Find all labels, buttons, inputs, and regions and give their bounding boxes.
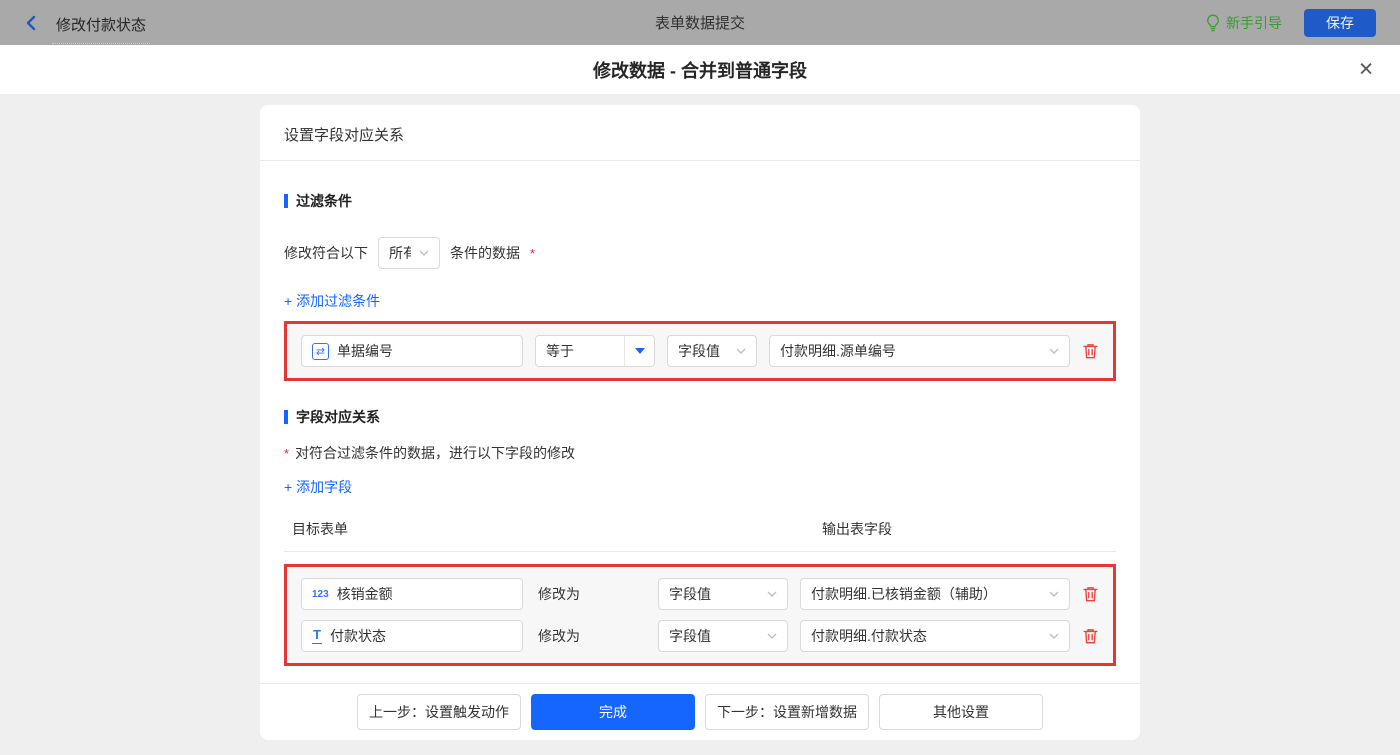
mapping-panel: 设置字段对应关系 过滤条件 修改符合以下 所有 条件的数据 * + 添加过滤条件	[260, 105, 1140, 740]
panel-title: 设置字段对应关系	[260, 105, 1140, 161]
trash-icon	[1083, 587, 1098, 602]
add-filter-condition-link[interactable]: + 添加过滤条件	[284, 291, 380, 311]
target-field-label: 付款状态	[329, 628, 386, 644]
condition-field-select[interactable]: ⇄ 单据编号	[301, 335, 523, 367]
save-button[interactable]: 保存	[1304, 8, 1376, 37]
chevron-down-icon	[767, 591, 777, 597]
filter-section-title: 过滤条件	[284, 191, 1116, 211]
target-field-select[interactable]: 123 核销金额	[301, 578, 523, 610]
serial-number-field-icon: ⇄	[312, 342, 329, 360]
chevron-down-icon	[767, 633, 777, 639]
filter-match-sentence: 修改符合以下 所有 条件的数据 *	[284, 237, 1116, 269]
prev-step-button[interactable]: 上一步：设置触发动作	[357, 694, 521, 730]
chevron-down-icon	[1049, 348, 1059, 354]
field-mapping-highlight: 123 核销金额 修改为 字段值 付款明细.已核销金额（辅助） T 付款状态 修…	[284, 564, 1116, 666]
target-field-select[interactable]: T 付款状态	[301, 620, 523, 652]
chevron-down-icon	[1049, 591, 1059, 597]
trash-icon	[1083, 629, 1098, 644]
chevron-down-icon	[419, 250, 429, 256]
match-mode-select[interactable]: 所有	[378, 237, 440, 269]
modal-title: 修改数据 - 合并到普通字段	[593, 60, 807, 81]
target-form-header: 目标表单	[292, 521, 348, 537]
number-field-icon: 123	[312, 588, 329, 600]
modify-to-label: 修改为	[538, 586, 580, 602]
beginner-guide-link[interactable]: 新手引导	[1206, 13, 1282, 33]
chevron-down-icon	[736, 348, 746, 354]
filter-condition-row: ⇄ 单据编号 等于 字段值 付款明细.源单编号	[301, 335, 1099, 367]
output-field-header: 输出表字段	[822, 521, 892, 537]
output-field-select[interactable]: 付款明细.付款状态	[800, 620, 1070, 652]
trash-icon	[1083, 344, 1098, 359]
operator-caret-button[interactable]	[624, 336, 654, 366]
guide-label: 新手引导	[1226, 14, 1282, 31]
mapping-column-headers: 目标表单 输出表字段	[284, 519, 1116, 552]
workflow-title[interactable]: 修改付款状态	[52, 2, 151, 44]
field-mapping-row: T 付款状态 修改为 字段值 付款明细.付款状态	[301, 620, 1099, 652]
modal-body: 设置字段对应关系 过滤条件 修改符合以下 所有 条件的数据 * + 添加过滤条件	[0, 95, 1400, 755]
filter-condition-highlight: ⇄ 单据编号 等于 字段值 付款明细.源单编号	[284, 321, 1116, 381]
done-button[interactable]: 完成	[531, 694, 695, 730]
delete-mapping-button[interactable]	[1082, 627, 1099, 645]
section-bar	[284, 410, 288, 424]
topbar: 修改付款状态 表单数据提交 新手引导 保存	[0, 0, 1400, 45]
field-mapping-row: 123 核销金额 修改为 字段值 付款明细.已核销金额（辅助）	[301, 578, 1099, 610]
condition-field-label: 单据编号	[337, 343, 393, 359]
condition-value-select[interactable]: 付款明细.源单编号	[769, 335, 1070, 367]
value-type-select[interactable]: 字段值	[658, 578, 788, 610]
required-mark: *	[530, 245, 536, 261]
mapping-section-title: 字段对应关系	[284, 407, 1116, 427]
output-field-select[interactable]: 付款明细.已核销金额（辅助）	[800, 578, 1070, 610]
target-field-label: 核销金额	[336, 586, 393, 602]
text-field-icon: T	[312, 627, 322, 644]
lightbulb-icon	[1207, 14, 1219, 31]
mapping-note: * 对符合过滤条件的数据，进行以下字段的修改	[284, 445, 576, 461]
other-settings-button[interactable]: 其他设置	[879, 694, 1043, 730]
delete-mapping-button[interactable]	[1082, 585, 1099, 603]
back-icon[interactable]	[24, 15, 38, 31]
next-step-button[interactable]: 下一步：设置新增数据	[705, 694, 869, 730]
modal-header: 修改数据 - 合并到普通字段 ✕	[0, 45, 1400, 95]
add-field-link[interactable]: + 添加字段	[284, 477, 352, 497]
chevron-down-icon	[1049, 633, 1059, 639]
operator-select[interactable]: 等于	[535, 335, 655, 367]
close-icon[interactable]: ✕	[1358, 60, 1374, 79]
modify-to-label: 修改为	[538, 628, 580, 644]
caret-down-icon	[634, 348, 645, 354]
value-type-select[interactable]: 字段值	[658, 620, 788, 652]
sentence-prefix: 修改符合以下	[284, 245, 368, 261]
condition-value-type-select[interactable]: 字段值	[667, 335, 757, 367]
panel-footer: 上一步：设置触发动作 完成 下一步：设置新增数据 其他设置	[260, 683, 1140, 740]
section-bar	[284, 194, 288, 208]
trigger-title: 表单数据提交	[654, 15, 746, 32]
sentence-suffix: 条件的数据	[450, 245, 520, 261]
delete-condition-button[interactable]	[1082, 342, 1099, 360]
required-mark: *	[284, 446, 290, 461]
